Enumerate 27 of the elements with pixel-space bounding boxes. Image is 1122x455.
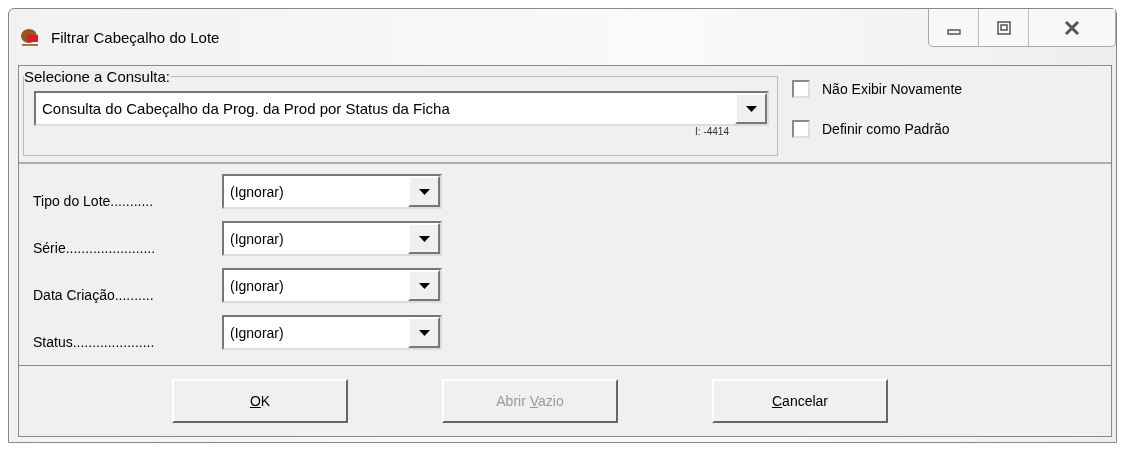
filter-label: Tipo do Lote........... [33,193,155,209]
minimize-icon [946,28,961,35]
dropdown-arrow-icon [418,188,430,195]
filter-dropdown[interactable]: (Ignorar) [222,174,442,209]
restore-icon [996,20,1011,35]
query-dropdown[interactable]: Consulta do Cabeçalho da Prog. da Prod por Status da Ficha [34,91,769,126]
filter-label: Status..................... [33,334,156,350]
window-title: Filtrar Cabeçalho do Lote [51,28,220,46]
checkbox[interactable] [792,80,810,98]
filter-label: Data Criação.......... [33,287,155,303]
checkbox-label: Definir como Padrão [822,121,950,137]
filter-dropdown[interactable]: (Ignorar) [222,221,442,256]
dropdown-arrow-icon [418,329,430,336]
checkbox[interactable] [792,120,810,138]
dialog-button[interactable]: Cancelar [712,379,888,423]
app-icon [19,26,41,48]
filter-dropdown[interactable]: (Ignorar) [222,315,442,350]
query-code: I: -4414 [695,126,729,137]
filter-label: Série....................... [33,240,157,256]
dropdown-arrow-icon [418,282,430,289]
group-legend: Selecione a Consulta: [24,68,170,85]
dialog-button[interactable]: OK [172,379,348,423]
filter-dropdown[interactable]: (Ignorar) [222,268,442,303]
dropdown-arrow-icon [418,235,430,242]
dropdown-arrow-icon [745,105,757,112]
checkbox-label: Não Exibir Novamente [822,81,963,97]
close-icon [1064,20,1080,35]
